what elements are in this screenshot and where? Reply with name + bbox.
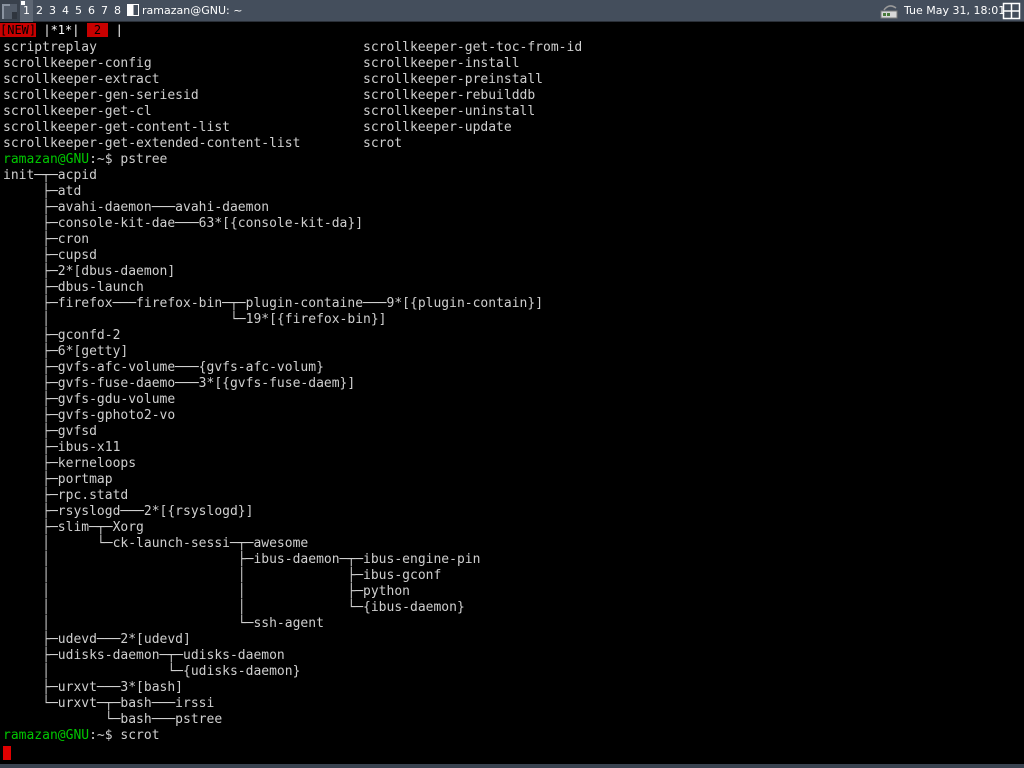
- prompt-line: ramazan@GNU:~$ pstree: [3, 152, 543, 168]
- tree-line: │ │ └─{ibus-daemon}: [3, 600, 465, 615]
- screen-separator: |: [108, 23, 123, 37]
- tree-line: │ └─ssh-agent: [3, 616, 324, 631]
- tree-line: ├─gconfd-2: [3, 328, 121, 343]
- completion-item: scrollkeeper-get-extended-content-list: [3, 136, 301, 151]
- completion-row: scrollkeeper-get-extended-content-list sc…: [3, 136, 543, 152]
- tree-line: ├─cupsd: [3, 248, 97, 263]
- tree-line: ├─slim─┬─Xorg: [3, 520, 144, 535]
- prompt-user: ramazan@GNU: [3, 152, 90, 167]
- completion-row: scrollkeeper-get-content-list scrollkeepe…: [3, 120, 543, 136]
- terminal-bottom-border: [0, 764, 1024, 768]
- terminal-cursor: [3, 746, 11, 760]
- prompt-command: pstree: [120, 152, 168, 167]
- completion-item: scriptreplay: [3, 40, 97, 55]
- layout-tile-icon[interactable]: [127, 4, 139, 16]
- clock[interactable]: Tue May 31, 18:01: [904, 0, 1005, 22]
- tree-line: ├─firefox───firefox-bin─┬─plugin-contain…: [3, 296, 544, 311]
- tree-line: │ └─ck-launch-sessi─┬─awesome: [3, 536, 309, 551]
- tag-2[interactable]: 2: [33, 0, 46, 22]
- tree-line: ├─avahi-daemon───avahi-daemon: [3, 200, 270, 215]
- tree-line: ├─kerneloops: [3, 456, 137, 471]
- completion-item: scrollkeeper-install: [363, 56, 520, 71]
- completion-item: scrollkeeper-preinstall: [363, 72, 544, 87]
- focused-window-title[interactable]: ramazan@GNU: ~: [142, 0, 242, 22]
- tree-line: ├─rsyslogd───2*[{rsyslogd}]: [3, 504, 254, 519]
- prompt-path: :~$: [89, 728, 121, 743]
- screen-window-2: 2: [86, 23, 109, 37]
- prompt-line: ramazan@GNU:~$ scrot: [3, 728, 543, 744]
- screen-window-1: |*1*|: [36, 23, 87, 37]
- completion-item: scrollkeeper-extract: [3, 72, 160, 87]
- completion-item: scrollkeeper-get-content-list: [3, 120, 230, 135]
- tree-line: ├─udisks-daemon─┬─udisks-daemon: [3, 648, 285, 663]
- tree-line: ├─gvfs-afc-volume───{gvfs-afc-volum}: [3, 360, 324, 375]
- tree-line: │ │ ├─python: [3, 584, 410, 599]
- completion-item: scrollkeeper-config: [3, 56, 152, 71]
- tree-line: ├─cron: [3, 232, 90, 247]
- layout-grid-icon[interactable]: [1002, 2, 1022, 20]
- awesome-launcher-icon[interactable]: [0, 0, 20, 22]
- tree-line: init─┬─acpid: [3, 168, 97, 183]
- completion-row: scrollkeeper-gen-seriesid scrollkeeper-re…: [3, 88, 543, 104]
- tree-line: └─bash───pstree: [3, 712, 223, 727]
- tree-line: │ ├─ibus-daemon─┬─ibus-engine-pin: [3, 552, 481, 567]
- tree-line: │ │ ├─ibus-gconf: [3, 568, 442, 583]
- prompt-user: ramazan@GNU: [3, 728, 90, 743]
- prompt-path: :~$: [89, 152, 121, 167]
- tree-line: ├─dbus-launch: [3, 280, 144, 295]
- tag-7[interactable]: 7: [98, 0, 111, 22]
- completion-item: scrollkeeper-get-toc-from-id: [363, 40, 583, 55]
- tree-line: ├─ibus-x11: [3, 440, 121, 455]
- tag-6[interactable]: 6: [85, 0, 98, 22]
- tree-line: └─urxvt─┬─bash───irssi: [3, 696, 215, 711]
- tree-line: ├─urxvt───3*[bash]: [3, 680, 184, 695]
- completion-row: scrollkeeper-extract scrollkeeper-preinst…: [3, 72, 543, 88]
- terminal-window[interactable]: [NEW] |*1*| 2 | scriptreplay scrollkeeper…: [0, 22, 1024, 768]
- tree-line: ├─rpc.statd: [3, 488, 129, 503]
- prompt-command: scrot: [120, 728, 160, 743]
- completion-item: scrollkeeper-gen-seriesid: [3, 88, 199, 103]
- completion-item: scrot: [363, 136, 403, 151]
- tree-line: │ └─19*[{firefox-bin}]: [3, 312, 387, 327]
- completion-item: scrollkeeper-update: [363, 120, 512, 135]
- completion-row: scrollkeeper-config scrollkeeper-install: [3, 56, 543, 72]
- tree-line: ├─console-kit-dae───63*[{console-kit-da}…: [3, 216, 364, 231]
- network-icon[interactable]: [880, 2, 900, 20]
- tag-1[interactable]: 1: [20, 0, 33, 22]
- completion-item: scrollkeeper-get-cl: [3, 104, 152, 119]
- screen-status-bar: [NEW] |*1*| 2 |: [0, 23, 123, 37]
- tree-line: ├─gvfs-gdu-volume: [3, 392, 176, 407]
- completion-row: scrollkeeper-get-cl scrollkeeper-uninstal…: [3, 104, 543, 120]
- tree-line: ├─gvfs-gphoto2-vo: [3, 408, 176, 423]
- terminal-output: scriptreplay scrollkeeper-get-toc-from-id…: [3, 40, 582, 744]
- completion-item: scrollkeeper-rebuilddb: [363, 88, 536, 103]
- tag-3[interactable]: 3: [46, 0, 59, 22]
- tree-line: ├─atd: [3, 184, 82, 199]
- tree-line: ├─portmap: [3, 472, 113, 487]
- tree-line: ├─gvfsd: [3, 424, 97, 439]
- top-panel: 1 2 3 4 5 6 7 8 9 ramazan@GNU: ~ Tue May…: [0, 0, 1024, 22]
- tree-line: ├─2*[dbus-daemon]: [3, 264, 176, 279]
- tag-4[interactable]: 4: [59, 0, 72, 22]
- tree-line: ├─udevd───2*[udevd]: [3, 632, 191, 647]
- completion-row: scriptreplay scrollkeeper-get-toc-from-id: [3, 40, 582, 56]
- screen-new-label: [NEW]: [0, 23, 37, 37]
- tree-line: ├─gvfs-fuse-daemo───3*[{gvfs-fuse-daem}]: [3, 376, 356, 391]
- tag-list: 1 2 3 4 5 6 7 8 9: [20, 0, 137, 22]
- tag-8[interactable]: 8: [111, 0, 124, 22]
- tree-line: │ └─{udisks-daemon}: [3, 664, 301, 679]
- completion-item: scrollkeeper-uninstall: [363, 104, 536, 119]
- tag-5[interactable]: 5: [72, 0, 85, 22]
- tree-line: ├─6*[getty]: [3, 344, 129, 359]
